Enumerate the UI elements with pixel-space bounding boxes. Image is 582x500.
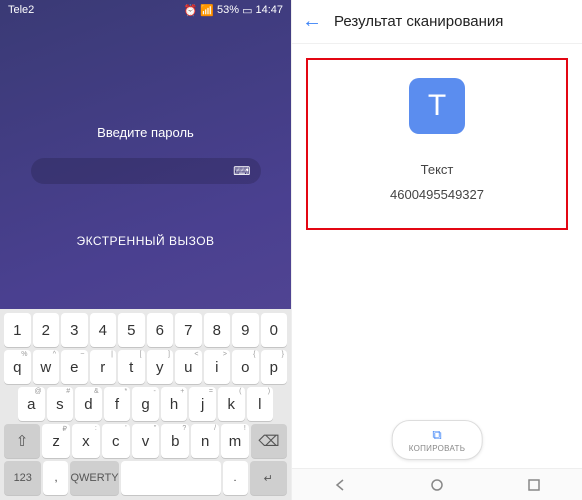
key-i[interactable]: i>: [204, 350, 231, 384]
password-prompt: Введите пароль: [97, 125, 194, 140]
emergency-call-button[interactable]: ЭКСТРЕННЫЙ ВЫЗОВ: [76, 234, 214, 248]
password-input[interactable]: ⌨: [31, 158, 261, 184]
key-y[interactable]: y]: [147, 350, 174, 384]
key-z[interactable]: z₽: [42, 424, 70, 458]
battery-icon: ▭: [242, 4, 252, 17]
key-e[interactable]: e~: [61, 350, 88, 384]
kbd-row-bottom: 123,QWERTY.↵: [2, 461, 289, 495]
key-g[interactable]: g-: [132, 387, 159, 421]
top-bar: ← Результат сканирования: [292, 0, 582, 44]
key-f[interactable]: f*: [104, 387, 131, 421]
copy-icon: ⧉: [432, 427, 441, 443]
kbd-row-2: q%w^e~r|t[y]u<i>o{p}: [2, 350, 289, 384]
result-value: 4600495549327: [390, 187, 484, 202]
clock: 14:47: [255, 4, 283, 16]
key-v[interactable]: v": [132, 424, 160, 458]
key-5[interactable]: 5: [118, 313, 145, 347]
key-backspace[interactable]: ⌫: [251, 424, 287, 458]
kbd-row-numbers: 1234567890: [2, 313, 289, 347]
nav-recent-icon[interactable]: [524, 475, 544, 495]
key-switch-123[interactable]: 123: [4, 461, 41, 495]
key-period[interactable]: .: [223, 461, 248, 495]
key-shift[interactable]: ⇧: [4, 424, 40, 458]
key-l[interactable]: l): [247, 387, 274, 421]
key-space[interactable]: [121, 461, 221, 495]
scan-result-card: T Текст 4600495549327: [306, 58, 568, 230]
key-9[interactable]: 9: [232, 313, 259, 347]
nav-bar: [292, 468, 582, 500]
key-q[interactable]: q%: [4, 350, 31, 384]
page-title: Результат сканирования: [334, 13, 503, 30]
kbd-row-4: ⇧z₽x:c'v"b?n/m!⌫: [2, 424, 289, 458]
scan-result-phone: ← Результат сканирования T Текст 4600495…: [291, 0, 582, 500]
key-3[interactable]: 3: [61, 313, 88, 347]
key-enter[interactable]: ↵: [250, 461, 287, 495]
key-a[interactable]: a@: [18, 387, 45, 421]
carrier-label: Tele2: [8, 4, 34, 16]
key-0[interactable]: 0: [261, 313, 288, 347]
key-m[interactable]: m!: [221, 424, 249, 458]
key-p[interactable]: p}: [261, 350, 288, 384]
key-layout[interactable]: QWERTY: [70, 461, 118, 495]
status-bar: Tele2 ⏰ 📶 53% ▭ 14:47: [0, 0, 291, 20]
key-k[interactable]: k(: [218, 387, 245, 421]
key-x[interactable]: x:: [72, 424, 100, 458]
key-u[interactable]: u<: [175, 350, 202, 384]
key-8[interactable]: 8: [204, 313, 231, 347]
kbd-row-3: a@s#d&f*g-h+j=k(l): [2, 387, 289, 421]
key-1[interactable]: 1: [4, 313, 31, 347]
key-h[interactable]: h+: [161, 387, 188, 421]
key-b[interactable]: b?: [161, 424, 189, 458]
key-n[interactable]: n/: [191, 424, 219, 458]
key-s[interactable]: s#: [47, 387, 74, 421]
copy-label: КОПИРОВАТЬ: [409, 444, 466, 453]
copy-button[interactable]: ⧉ КОПИРОВАТЬ: [392, 420, 483, 460]
nav-home-icon[interactable]: [427, 475, 447, 495]
key-w[interactable]: w^: [33, 350, 60, 384]
result-type-label: Текст: [421, 162, 454, 177]
battery-pct: 53%: [217, 4, 239, 16]
lockscreen-phone: Tele2 ⏰ 📶 53% ▭ 14:47 Введите пароль ⌨ Э…: [0, 0, 291, 500]
alarm-icon: ⏰: [184, 4, 198, 17]
key-r[interactable]: r|: [90, 350, 117, 384]
key-j[interactable]: j=: [189, 387, 216, 421]
back-arrow-icon[interactable]: ←: [302, 10, 322, 33]
soft-keyboard: 1234567890 q%w^e~r|t[y]u<i>o{p} a@s#d&f*…: [0, 309, 291, 500]
key-7[interactable]: 7: [175, 313, 202, 347]
key-t[interactable]: t[: [118, 350, 145, 384]
key-comma[interactable]: ,: [43, 461, 68, 495]
key-6[interactable]: 6: [147, 313, 174, 347]
key-o[interactable]: o{: [232, 350, 259, 384]
key-4[interactable]: 4: [90, 313, 117, 347]
key-c[interactable]: c': [102, 424, 130, 458]
signal-icon: 📶: [200, 4, 214, 17]
key-d[interactable]: d&: [75, 387, 102, 421]
nav-back-icon[interactable]: [330, 475, 350, 495]
key-2[interactable]: 2: [33, 313, 60, 347]
keyboard-icon[interactable]: ⌨: [233, 164, 250, 178]
text-type-icon: T: [409, 78, 465, 134]
